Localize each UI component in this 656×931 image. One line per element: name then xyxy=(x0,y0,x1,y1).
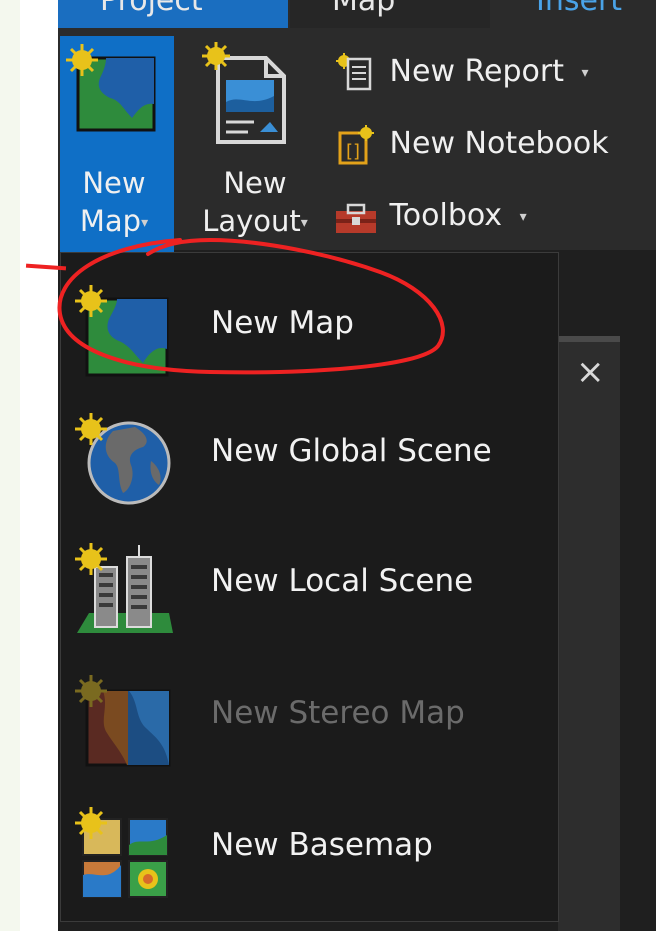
annotation-circle xyxy=(57,237,445,375)
new-report-label: New Report xyxy=(389,54,564,89)
svg-text:[]: [] xyxy=(346,141,360,162)
ribbon: New Map▾ New Layout▾ New Report ▾ [] New… xyxy=(58,30,656,272)
tab-map[interactable]: Map xyxy=(290,0,490,28)
new-map-icon xyxy=(66,44,156,132)
menu-item-new-basemap[interactable]: New Basemap xyxy=(61,789,558,909)
tab-insert-label: Insert xyxy=(536,0,623,18)
new-layout-label-line1: New xyxy=(223,166,287,200)
chevron-down-icon: ▾ xyxy=(519,208,527,225)
report-icon xyxy=(334,52,380,93)
new-map-label-line1: New xyxy=(82,166,146,200)
menu-item-label: New Stereo Map xyxy=(211,695,465,731)
new-report-button[interactable]: New Report ▾ xyxy=(334,50,589,94)
new-layout-button[interactable]: New Layout▾ xyxy=(180,36,330,256)
stereo-map-icon xyxy=(75,675,171,767)
new-notebook-button[interactable]: [] New Notebook xyxy=(334,122,609,166)
side-pane: × xyxy=(558,336,620,931)
menu-item-label: New Global Scene xyxy=(211,433,492,469)
globe-icon xyxy=(75,413,171,505)
left-margin xyxy=(20,0,60,931)
tab-project[interactable]: Project xyxy=(58,0,288,28)
new-notebook-label: New Notebook xyxy=(389,126,609,161)
chevron-down-icon: ▾ xyxy=(581,64,589,81)
ribbon-tabs: Project Map Insert xyxy=(58,0,656,30)
notebook-icon: [] xyxy=(334,124,380,165)
menu-item-label: New Basemap xyxy=(211,827,433,863)
menu-item-new-local-scene[interactable]: New Local Scene xyxy=(61,525,558,645)
new-layout-icon xyxy=(202,42,286,144)
buildings-icon xyxy=(75,543,173,633)
close-icon[interactable]: × xyxy=(576,352,605,392)
menu-item-new-stereo-map[interactable]: New Stereo Map xyxy=(61,657,558,777)
tab-map-label: Map xyxy=(332,0,396,18)
menu-item-label: New Local Scene xyxy=(211,563,474,599)
tab-insert[interactable]: Insert xyxy=(494,0,656,28)
tab-project-label: Project xyxy=(100,0,203,18)
basemap-icon xyxy=(75,807,168,898)
menu-item-new-global-scene[interactable]: New Global Scene xyxy=(61,395,558,515)
